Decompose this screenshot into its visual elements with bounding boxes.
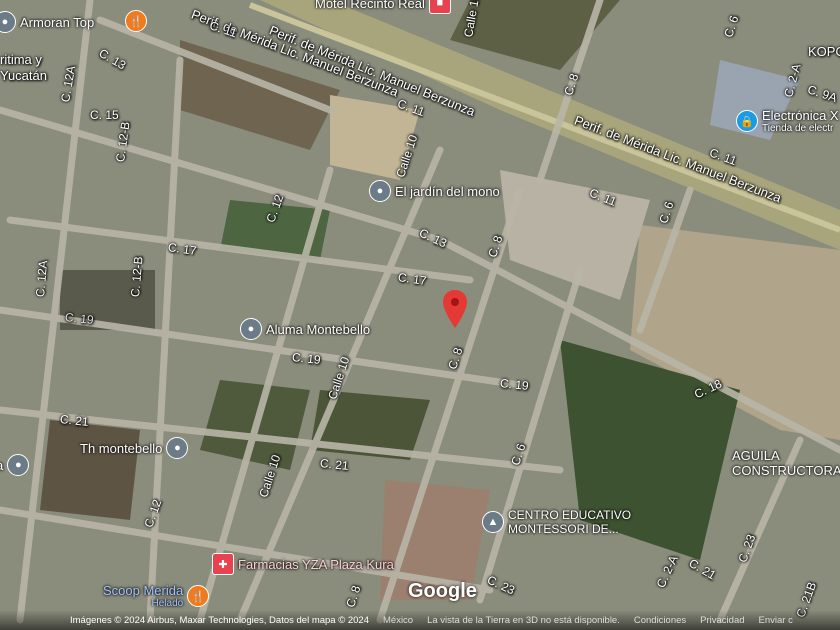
shopping-icon: 🔒 [736, 110, 758, 132]
poi-farmacias-yza[interactable]: ✚ Farmacias YZA Plaza Kura [212, 553, 394, 575]
street-label: C. 21 [319, 456, 350, 473]
area-label: KOPO [808, 44, 840, 59]
street-label: C. 21 [59, 412, 90, 429]
poi-label: Aluma Montebello [266, 321, 371, 337]
poi-label: Farmacias YZA Plaza Kura [238, 556, 394, 572]
attribution: Imágenes © 2024 Airbus, Maxar Technologi… [70, 614, 369, 626]
poi-aguila-constructora[interactable]: AGUILA CONSTRUCTORA [732, 448, 840, 478]
poi-aluma-montebello[interactable]: ● Aluma Montebello [240, 318, 370, 340]
poi-armoran-top[interactable]: ● Armoran Top [0, 11, 94, 33]
poi-sublabel: Tienda de electr [762, 123, 834, 134]
3d-notice: La vista de la Tierra en 3D no está disp… [427, 614, 620, 626]
poi-label: El jardín del mono [395, 183, 500, 199]
street-label: C. 19 [64, 310, 95, 327]
poi-restaurant[interactable]: 🍴 [125, 10, 147, 32]
poi-centro-educativo[interactable]: ▲ CENTRO EDUCATIVO MONTESSORI DE... [482, 508, 631, 536]
poi-sublabel: Helado [151, 598, 184, 609]
pin-icon: ● [166, 437, 189, 459]
location-marker-icon[interactable] [443, 290, 467, 328]
pin-icon: ● [7, 454, 30, 476]
poi-label: Electrónica X [762, 108, 839, 123]
country-link[interactable]: México [383, 615, 413, 626]
pharmacy-icon: ✚ [212, 553, 234, 575]
restaurant-icon: 🍴 [125, 10, 147, 32]
hotel-icon: ■ [428, 0, 451, 14]
poi-sublabel: CONSTRUCTORA [732, 463, 840, 478]
poi-scoop-merida[interactable]: Scoop Merida Helado 🍴 [103, 583, 210, 609]
satellite-map[interactable]: Perif. de Mérida Lic. Manuel Berzunza Pe… [0, 0, 840, 630]
pin-icon: ● [0, 11, 16, 33]
privacy-link[interactable]: Privacidad [700, 615, 744, 626]
street-label: C. 15 [90, 108, 119, 122]
pin-icon: ● [240, 318, 262, 340]
area-label: ritima y [0, 52, 42, 67]
poi-motel-recinto-real[interactable]: Motel Recinto Real ■ [315, 0, 451, 14]
poi-label: Th montebello [80, 440, 163, 456]
poi-th-montebello[interactable]: Th montebello ● [80, 437, 189, 459]
google-logo: Google [408, 580, 477, 602]
map-footer: Imágenes © 2024 Airbus, Maxar Technologi… [0, 610, 840, 630]
pin-icon: ● [369, 180, 391, 202]
poi-sublabel: MONTESSORI DE... [508, 522, 619, 536]
poi-label: oma [0, 458, 3, 473]
poi-label: Scoop Merida [103, 583, 184, 598]
poi-oma[interactable]: oma ● [0, 454, 30, 476]
poi-label: AGUILA [732, 448, 780, 463]
street-label: C. 19 [291, 350, 322, 367]
feedback-link[interactable]: Enviar c [759, 615, 793, 626]
terms-link[interactable]: Condiciones [634, 615, 686, 626]
poi-el-jardin-del-mono[interactable]: ● El jardín del mono [369, 180, 500, 202]
area-label: Yucatán [0, 68, 47, 83]
poi-electronica[interactable]: 🔒 Electrónica X Tienda de electr [736, 108, 839, 134]
school-icon: ▲ [482, 511, 504, 533]
poi-label: CENTRO EDUCATIVO [508, 508, 632, 522]
poi-label: Armoran Top [20, 14, 95, 30]
poi-label: Motel Recinto Real [315, 0, 425, 11]
restaurant-icon: 🍴 [187, 585, 210, 607]
street-label: C. 19 [499, 376, 530, 393]
